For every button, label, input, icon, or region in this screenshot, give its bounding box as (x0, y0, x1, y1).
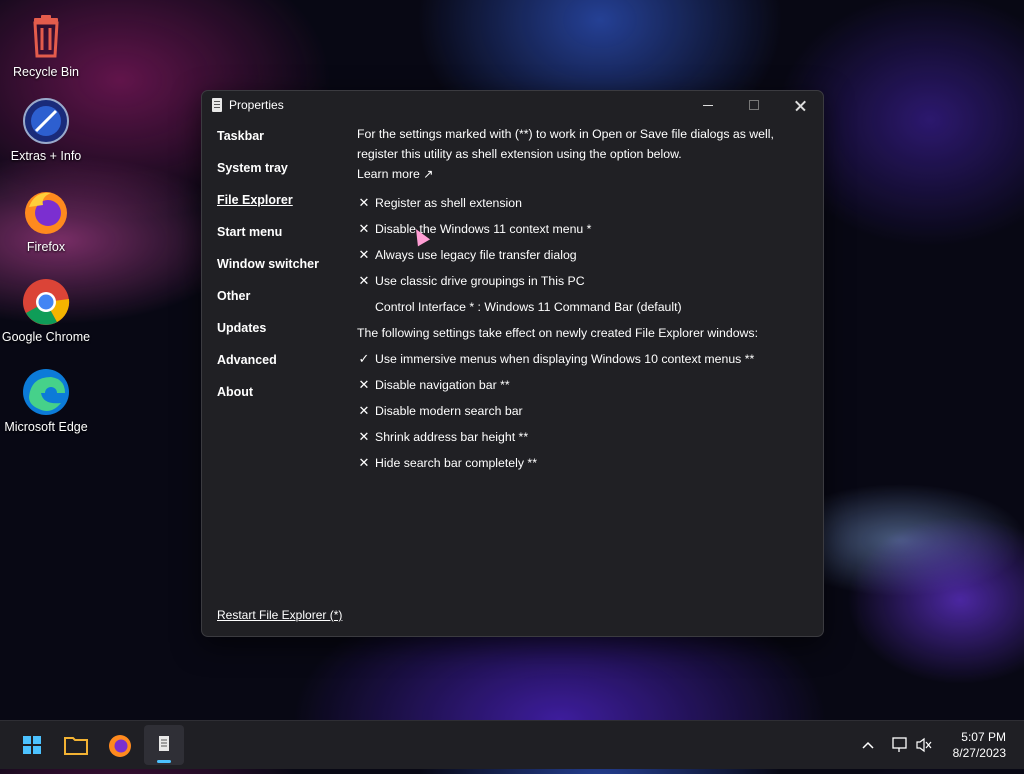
taskbar-firefox[interactable] (100, 725, 140, 765)
desktop-icon-chrome[interactable]: Google Chrome (0, 277, 92, 346)
title-bar[interactable]: Properties (202, 91, 823, 121)
nav-label: Taskbar (217, 129, 265, 143)
nav-label: Window switcher (217, 257, 319, 271)
edge-icon (21, 367, 71, 417)
x-mark-icon: ✕ (358, 195, 370, 210)
option-label: Disable modern search bar (375, 404, 523, 418)
settings-nav: Taskbar System tray File Explorer Start … (217, 129, 347, 417)
x-mark-icon: ✕ (358, 455, 370, 470)
minimize-button[interactable] (685, 91, 731, 121)
nav-label: Advanced (217, 353, 277, 367)
x-mark-icon: ✕ (358, 429, 370, 444)
taskbar-file-explorer[interactable] (56, 725, 96, 765)
nav-item-taskbar[interactable]: Taskbar (217, 129, 347, 161)
option-disable-navigation-bar[interactable]: ✕ Disable navigation bar ** (357, 372, 807, 398)
option-label: Register as shell extension (375, 196, 522, 210)
nav-item-other[interactable]: Other (217, 289, 347, 321)
nav-label: About (217, 385, 254, 399)
maximize-button[interactable] (731, 91, 777, 121)
desktop-icon-extras-info[interactable]: Extras + Info (0, 96, 92, 165)
option-legacy-file-transfer[interactable]: ✕ Always use legacy file transfer dialog (357, 242, 807, 268)
nav-label: Other (217, 289, 251, 303)
option-classic-drive-groupings[interactable]: ✕ Use classic drive groupings in This PC (357, 268, 807, 294)
properties-app-icon (159, 736, 169, 751)
file-explorer-icon (64, 737, 88, 755)
nav-label: Updates (217, 321, 267, 335)
desktop-icon-label: Firefox (26, 240, 66, 254)
nav-item-file-explorer[interactable]: File Explorer (217, 193, 347, 225)
network-icon (892, 737, 907, 752)
active-indicator (157, 760, 171, 763)
option-label: Use classic drive groupings in This PC (375, 274, 585, 288)
file-explorer-settings: For the settings marked with (**) to wor… (357, 124, 807, 476)
option-immersive-menus[interactable]: ✓ Use immersive menus when displaying Wi… (357, 346, 807, 372)
nav-item-window-switcher[interactable]: Window switcher (217, 257, 347, 289)
x-mark-icon: ✕ (358, 403, 370, 418)
chevron-up-icon (862, 741, 874, 749)
desktop-icon-recycle-bin[interactable]: Recycle Bin (0, 12, 92, 81)
taskbar: 5:07 PM 8/27/2023 (0, 720, 1024, 769)
nav-item-about[interactable]: About (217, 385, 347, 417)
desktop-icon-label: Extras + Info (10, 149, 82, 163)
x-mark-icon: ✕ (358, 247, 370, 262)
start-icon (23, 736, 41, 754)
control-interface-option[interactable]: Control Interface * : Windows 11 Command… (357, 294, 807, 320)
network-volume-button[interactable] (888, 721, 936, 769)
option-shrink-address-bar[interactable]: ✕ Shrink address bar height ** (357, 424, 807, 450)
option-label: Disable navigation bar ** (375, 378, 510, 392)
start-button[interactable] (12, 725, 52, 765)
nav-item-updates[interactable]: Updates (217, 321, 347, 353)
window-title: Properties (229, 98, 284, 112)
learn-more-link[interactable]: Learn more ↗ (357, 164, 807, 184)
desktop-icon-edge[interactable]: Microsoft Edge (0, 367, 92, 436)
clock-date: 8/27/2023 (952, 746, 1006, 760)
x-mark-icon: ✕ (358, 377, 370, 392)
chrome-icon (21, 277, 71, 327)
volume-muted-icon (916, 737, 932, 753)
desktop-icon-label: Microsoft Edge (4, 420, 88, 434)
option-hide-search-bar[interactable]: ✕ Hide search bar completely ** (357, 450, 807, 476)
desktop-icon-firefox[interactable]: Firefox (0, 187, 92, 256)
close-button[interactable] (777, 91, 823, 121)
properties-window: Properties Taskbar System tray File Expl… (201, 90, 824, 637)
extras-info-icon (21, 96, 71, 146)
nav-label: System tray (217, 161, 288, 175)
restart-file-explorer-link[interactable]: Restart File Explorer (*) (217, 608, 342, 622)
firefox-icon (109, 735, 131, 757)
desktop-icon-label: Recycle Bin (13, 65, 79, 79)
nav-label: File Explorer (217, 193, 293, 207)
check-mark-icon: ✓ (358, 351, 370, 366)
taskbar-properties-app[interactable] (144, 725, 184, 765)
nav-item-advanced[interactable]: Advanced (217, 353, 347, 385)
nav-label: Start menu (217, 225, 283, 239)
option-label: Use immersive menus when displaying Wind… (375, 352, 755, 366)
section-heading: The following settings take effect on ne… (357, 326, 758, 340)
nav-item-system-tray[interactable]: System tray (217, 161, 347, 193)
firefox-icon (21, 187, 71, 237)
x-mark-icon: ✕ (358, 221, 370, 236)
option-disable-modern-search-bar[interactable]: ✕ Disable modern search bar (357, 398, 807, 424)
intro-text: For the settings marked with (**) to wor… (357, 127, 774, 161)
option-register-shell-extension[interactable]: ✕ Register as shell extension (357, 190, 807, 216)
properties-app-icon (212, 98, 222, 112)
show-hidden-icons-button[interactable] (856, 721, 880, 769)
option-label: Shrink address bar height ** (375, 430, 529, 444)
option-label: Hide search bar completely ** (375, 456, 537, 470)
desktop-icon-label: Google Chrome (1, 330, 91, 344)
clock[interactable]: 5:07 PM 8/27/2023 (953, 729, 1006, 761)
option-label: Always use legacy file transfer dialog (375, 248, 577, 262)
x-mark-icon: ✕ (358, 273, 370, 288)
option-label: Disable the Windows 11 context menu * (375, 222, 592, 236)
recycle-bin-icon (21, 12, 71, 62)
clock-time: 5:07 PM (961, 730, 1006, 744)
nav-item-start-menu[interactable]: Start menu (217, 225, 347, 257)
